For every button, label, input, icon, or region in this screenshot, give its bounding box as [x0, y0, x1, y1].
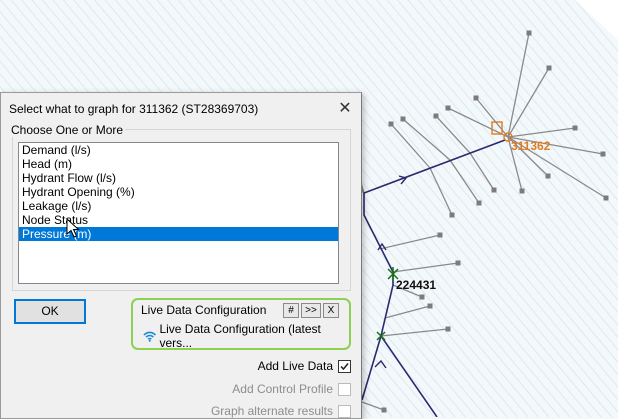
node-marker[interactable] [491, 187, 497, 193]
list-item[interactable]: Demand (l/s) [19, 143, 338, 157]
live-data-item[interactable]: Live Data Configuration (latest vers... [143, 322, 349, 350]
mouse-cursor-icon [66, 218, 80, 238]
group-label: Choose One or More [9, 123, 126, 137]
node-marker[interactable] [419, 294, 425, 300]
graph-options-list[interactable]: Demand (l/s) Head (m) Hydrant Flow (l/s)… [18, 142, 339, 284]
add-live-data-checkbox[interactable] [338, 359, 351, 373]
graph-select-dialog: Select what to graph for 311362 (ST28369… [0, 92, 362, 419]
live-data-panel: Live Data Configuration # >> X Live Data… [131, 298, 351, 350]
hash-button[interactable]: # [283, 303, 299, 318]
node-marker[interactable] [433, 113, 439, 119]
node-marker[interactable] [445, 105, 451, 111]
add-live-data-label: Add Live Data [257, 359, 333, 373]
add-live-data-row[interactable]: Add Live Data [258, 359, 351, 373]
ok-button[interactable]: OK [14, 299, 86, 324]
node-marker[interactable] [449, 212, 455, 218]
node-marker[interactable] [445, 326, 451, 332]
node-marker[interactable] [455, 260, 461, 266]
expand-button[interactable]: >> [301, 303, 321, 318]
list-item[interactable]: Head (m) [19, 157, 338, 171]
node-marker[interactable] [546, 65, 552, 71]
node-marker[interactable] [388, 121, 394, 127]
node-marker[interactable] [381, 407, 387, 413]
add-control-profile-checkbox[interactable] [338, 382, 351, 396]
node-marker[interactable] [476, 200, 482, 206]
check-icon [340, 362, 349, 370]
list-item[interactable]: Leakage (l/s) [19, 199, 338, 213]
node-label-311362: 311362 [511, 139, 551, 153]
graph-alternate-checkbox[interactable] [338, 404, 351, 418]
remove-button[interactable]: X [323, 303, 339, 318]
node-label-224431: 224431 [396, 278, 436, 292]
list-item[interactable]: Hydrant Opening (%) [19, 185, 338, 199]
node-marker[interactable] [400, 116, 406, 122]
node-marker[interactable] [519, 188, 525, 194]
graph-alternate-label: Graph alternate results [210, 404, 333, 418]
node-marker[interactable] [473, 95, 479, 101]
node-marker[interactable] [437, 232, 443, 238]
add-control-profile-label: Add Control Profile [232, 382, 333, 396]
list-item[interactable]: Hydrant Flow (l/s) [19, 171, 338, 185]
add-control-profile-row[interactable]: Add Control Profile [232, 382, 351, 396]
node-marker[interactable] [600, 151, 606, 157]
graph-alternate-row[interactable]: Graph alternate results [211, 404, 351, 418]
node-marker[interactable] [427, 303, 433, 309]
node-marker[interactable] [526, 30, 532, 36]
close-icon[interactable]: ✕ [335, 99, 355, 119]
node-marker[interactable] [603, 195, 609, 201]
node-marker[interactable] [545, 173, 551, 179]
wifi-icon [143, 331, 157, 342]
node-marker[interactable] [572, 125, 578, 131]
live-data-title: Live Data Configuration [141, 303, 267, 317]
live-data-item-label: Live Data Configuration (latest vers... [159, 322, 321, 350]
dialog-title: Select what to graph for 311362 (ST28369… [9, 102, 259, 116]
